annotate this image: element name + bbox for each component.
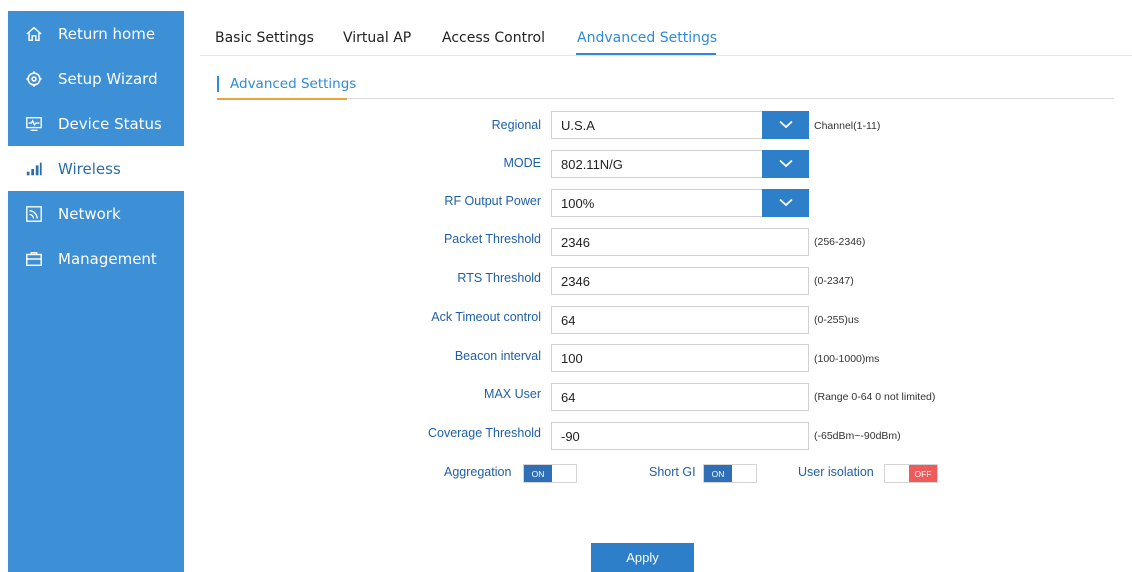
max-user-value: 64 — [561, 389, 576, 405]
beacon-interval-label: Beacon interval — [454, 349, 541, 363]
coverage-threshold-label: Coverage Threshold — [427, 426, 541, 440]
aggregation-state: ON — [524, 465, 552, 482]
packet-threshold-hint: (256-2346) — [814, 236, 866, 248]
rts-threshold-value: 2346 — [561, 273, 590, 289]
max-user-hint: (Range 0-64 0 not limited) — [814, 391, 936, 403]
beacon-interval-input[interactable]: 100 — [551, 344, 809, 372]
mode-value: 802.11N/G — [561, 156, 623, 172]
regional-value: U.S.A — [561, 117, 595, 133]
sidebar-item-network[interactable]: Network — [8, 191, 184, 236]
sidebar: Return home Setup Wizard Device Status W… — [8, 11, 184, 572]
coverage-threshold-hint: (-65dBm~-90dBm) — [814, 430, 901, 442]
home-icon — [24, 24, 44, 44]
tab-virtual-ap[interactable]: Virtual AP — [343, 30, 411, 46]
regional-hint: Channel(1-11) — [814, 120, 881, 132]
apply-button[interactable]: Apply — [591, 543, 694, 572]
sidebar-item-setup-wizard[interactable]: Setup Wizard — [8, 56, 184, 101]
chevron-down-icon[interactable] — [762, 149, 809, 178]
section-title: Advanced Settings — [230, 76, 357, 92]
sidebar-item-return-home[interactable]: Return home — [8, 11, 184, 56]
rf-output-power-value: 100% — [561, 195, 595, 211]
active-tab-indicator — [576, 53, 716, 55]
sidebar-item-device-status[interactable]: Device Status — [8, 101, 184, 146]
regional-select[interactable]: U.S.A — [551, 110, 809, 139]
packet-threshold-value: 2346 — [561, 234, 590, 250]
regional-label: Regional — [491, 118, 541, 132]
tabs-divider — [200, 55, 1132, 56]
packet-threshold-input[interactable]: 2346 — [551, 228, 809, 256]
sidebar-item-label: Wireless — [58, 159, 121, 178]
sidebar-item-label: Return home — [58, 24, 156, 43]
section-accent-line — [217, 98, 347, 100]
section-divider — [217, 98, 1114, 99]
tab-advanced-settings[interactable]: Andvanced Settings — [577, 30, 717, 46]
chevron-down-icon[interactable] — [762, 188, 809, 217]
sidebar-item-management[interactable]: Management — [8, 236, 184, 281]
ack-timeout-input[interactable]: 64 — [551, 306, 809, 334]
short-gi-toggle[interactable]: ON — [703, 464, 757, 483]
rf-output-power-label: RF Output Power — [444, 194, 541, 208]
signal-bars-icon — [24, 159, 44, 179]
user-isolation-toggle[interactable]: OFF — [884, 464, 938, 483]
mode-select[interactable]: 802.11N/G — [551, 149, 809, 178]
ack-timeout-value: 64 — [561, 312, 576, 328]
coverage-threshold-input[interactable]: -90 — [551, 422, 809, 450]
beacon-interval-hint: (100-1000)ms — [814, 353, 880, 365]
beacon-interval-value: 100 — [561, 350, 583, 366]
gear-icon — [24, 69, 44, 89]
rts-threshold-label: RTS Threshold — [457, 271, 541, 285]
short-gi-state: ON — [704, 465, 732, 482]
aggregation-toggle[interactable]: ON — [523, 464, 577, 483]
mode-label: MODE — [503, 156, 542, 170]
chevron-down-icon[interactable] — [762, 110, 809, 139]
rf-output-power-select[interactable]: 100% — [551, 188, 809, 217]
sidebar-item-label: Management — [58, 249, 157, 268]
max-user-input[interactable]: 64 — [551, 383, 809, 411]
briefcase-icon — [24, 249, 44, 269]
sidebar-item-wireless[interactable]: Wireless — [8, 146, 184, 191]
ack-timeout-hint: (0-255)us — [814, 314, 859, 326]
aggregation-label: Aggregation — [444, 465, 512, 479]
rts-threshold-hint: (0-2347) — [814, 275, 854, 287]
tab-basic-settings[interactable]: Basic Settings — [215, 30, 314, 46]
packet-threshold-label: Packet Threshold — [443, 232, 541, 246]
network-icon — [24, 204, 44, 224]
sidebar-item-label: Setup Wizard — [58, 69, 158, 88]
user-isolation-state: OFF — [909, 465, 937, 482]
ack-timeout-label: Ack Timeout control — [431, 310, 541, 324]
coverage-threshold-value: -90 — [561, 428, 580, 444]
sidebar-item-label: Network — [58, 204, 121, 223]
tab-access-control[interactable]: Access Control — [442, 30, 545, 46]
monitor-icon — [24, 114, 44, 134]
rts-threshold-input[interactable]: 2346 — [551, 267, 809, 295]
user-isolation-label: User isolation — [798, 465, 874, 479]
sidebar-item-label: Device Status — [58, 114, 162, 133]
short-gi-label: Short GI — [649, 465, 696, 479]
max-user-label: MAX User — [484, 387, 541, 401]
section-marker — [217, 76, 219, 92]
